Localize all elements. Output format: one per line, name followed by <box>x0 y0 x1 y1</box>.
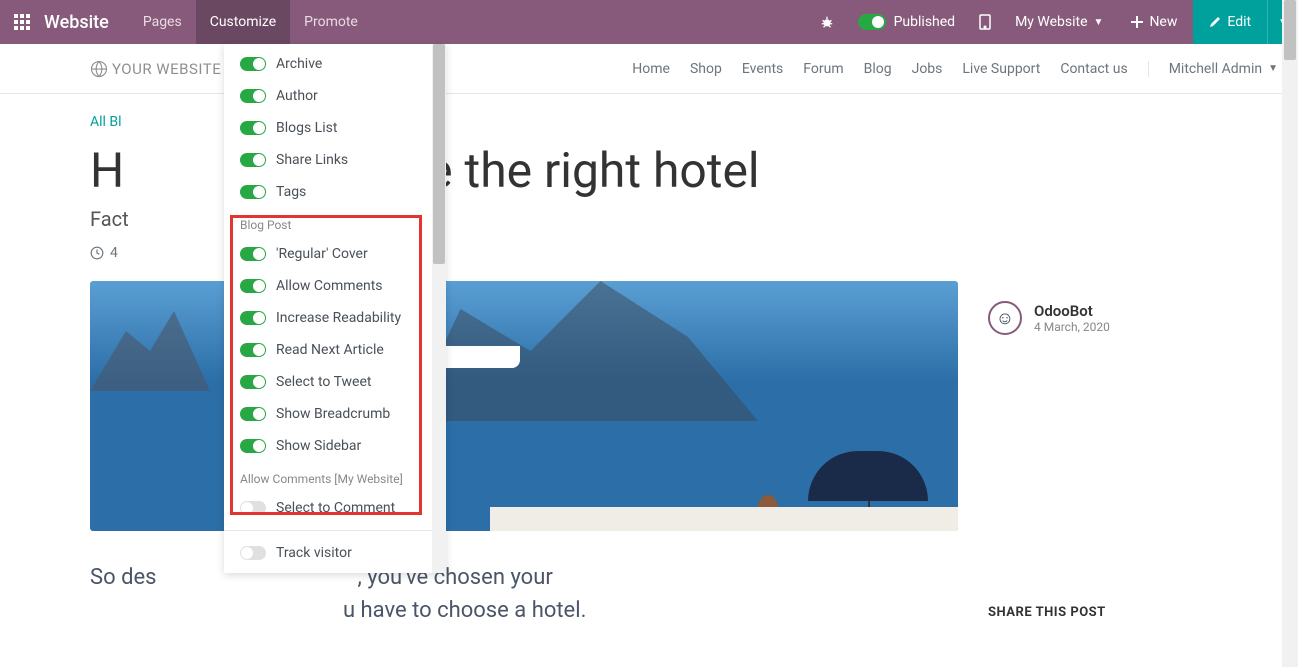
toggle-icon[interactable] <box>240 311 266 325</box>
site-logo[interactable]: YOUR WEBSITE <box>90 60 221 78</box>
dropdown-scrollbar[interactable] <box>432 44 446 573</box>
user-label: Mitchell Admin <box>1169 61 1262 77</box>
new-label: New <box>1149 14 1177 30</box>
author-box: ☺ OdooBot 4 March, 2020 <box>988 301 1208 335</box>
user-menu[interactable]: Mitchell Admin ▼ <box>1148 61 1278 77</box>
nav-blog[interactable]: Blog <box>864 61 892 77</box>
toggle-icon[interactable] <box>240 546 266 560</box>
dd-show-sidebar[interactable]: Show Sidebar <box>224 430 432 462</box>
page-scrollbar[interactable] <box>1282 0 1298 667</box>
toggle-icon[interactable] <box>240 247 266 261</box>
toggle-icon[interactable] <box>240 501 266 515</box>
nav-contact[interactable]: Contact us <box>1060 61 1127 77</box>
brand-label[interactable]: Website <box>44 12 129 33</box>
debug-icon[interactable] <box>808 0 846 44</box>
logo-text: YOUR WEBSITE <box>112 60 221 78</box>
nav-shop[interactable]: Shop <box>690 61 722 77</box>
toggle-icon[interactable] <box>240 185 266 199</box>
chevron-down-icon: ▼ <box>1094 17 1104 28</box>
my-website-label: My Website <box>1015 14 1087 30</box>
share-title: SHARE THIS POST <box>988 605 1208 620</box>
toggle-icon[interactable] <box>240 121 266 135</box>
dd-read-next[interactable]: Read Next Article <box>224 334 432 366</box>
toggle-icon[interactable] <box>240 279 266 293</box>
my-website-dropdown[interactable]: My Website ▼ <box>1003 0 1115 44</box>
toggle-icon[interactable] <box>240 153 266 167</box>
top-menu: Pages Customize Promote <box>129 0 372 44</box>
dd-allow-comments[interactable]: Allow Comments <box>224 270 432 302</box>
edit-button[interactable]: Edit <box>1193 0 1267 44</box>
nav-links: Home Shop Events Forum Blog Jobs Live Su… <box>632 61 1127 77</box>
chevron-down-icon: ▼ <box>1268 63 1278 74</box>
dd-section-allow-comments: Allow Comments [My Website] <box>224 462 432 492</box>
edit-label: Edit <box>1227 14 1251 30</box>
nav-home[interactable]: Home <box>632 61 670 77</box>
site-header: YOUR WEBSITE Home Shop Events Forum Blog… <box>0 44 1298 94</box>
dd-archive[interactable]: Archive <box>224 48 432 80</box>
nav-jobs[interactable]: Jobs <box>912 61 943 77</box>
clock-icon <box>90 246 104 260</box>
hero-image <box>90 281 958 531</box>
views-meta: 4 <box>90 245 118 261</box>
menu-pages[interactable]: Pages <box>129 0 196 44</box>
toggle-icon[interactable] <box>240 89 266 103</box>
nav-forum[interactable]: Forum <box>803 61 843 77</box>
divider <box>224 530 432 531</box>
published-toggle[interactable]: Published <box>846 0 967 44</box>
apps-icon[interactable] <box>0 0 44 44</box>
published-label: Published <box>894 14 955 30</box>
post-body: So des , you've chosen your u have to ch… <box>90 561 958 627</box>
right-tools: Published My Website ▼ New Edit ▼ <box>808 0 1298 44</box>
toggle-icon[interactable] <box>240 375 266 389</box>
new-button[interactable]: New <box>1115 0 1193 44</box>
mobile-preview-icon[interactable] <box>967 0 1003 44</box>
dd-regular-cover[interactable]: 'Regular' Cover <box>224 238 432 270</box>
dd-section-blog-post: Blog Post <box>224 208 432 238</box>
author-name: OdooBot <box>1034 302 1110 320</box>
dd-show-breadcrumb[interactable]: Show Breadcrumb <box>224 398 432 430</box>
dd-author[interactable]: Author <box>224 80 432 112</box>
nav-live-support[interactable]: Live Support <box>962 61 1040 77</box>
top-bar: Website Pages Customize Promote Publishe… <box>0 0 1298 44</box>
dd-blogs-list[interactable]: Blogs List <box>224 112 432 144</box>
toggle-icon[interactable] <box>240 57 266 71</box>
customize-dropdown: Archive Author Blogs List Share Links Ta… <box>224 44 446 573</box>
dd-select-to-comment[interactable]: Select to Comment <box>224 492 432 524</box>
nav-events[interactable]: Events <box>742 61 783 77</box>
content-area: All Bl right hotel H pose the right hote… <box>0 94 1298 627</box>
dd-increase-readability[interactable]: Increase Readability <box>224 302 432 334</box>
menu-customize[interactable]: Customize <box>196 0 290 44</box>
dd-track-visitor[interactable]: Track visitor <box>224 537 432 569</box>
toggle-icon[interactable] <box>240 439 266 453</box>
toggle-icon[interactable] <box>240 407 266 421</box>
bc-all-blogs[interactable]: All Bl <box>90 114 122 130</box>
dd-share-links[interactable]: Share Links <box>224 144 432 176</box>
avatar: ☺ <box>988 301 1022 335</box>
dd-select-tweet[interactable]: Select to Tweet <box>224 366 432 398</box>
author-date: 4 March, 2020 <box>1034 320 1110 334</box>
toggle-icon[interactable] <box>240 343 266 357</box>
menu-promote[interactable]: Promote <box>290 0 372 44</box>
dd-tags[interactable]: Tags <box>224 176 432 208</box>
